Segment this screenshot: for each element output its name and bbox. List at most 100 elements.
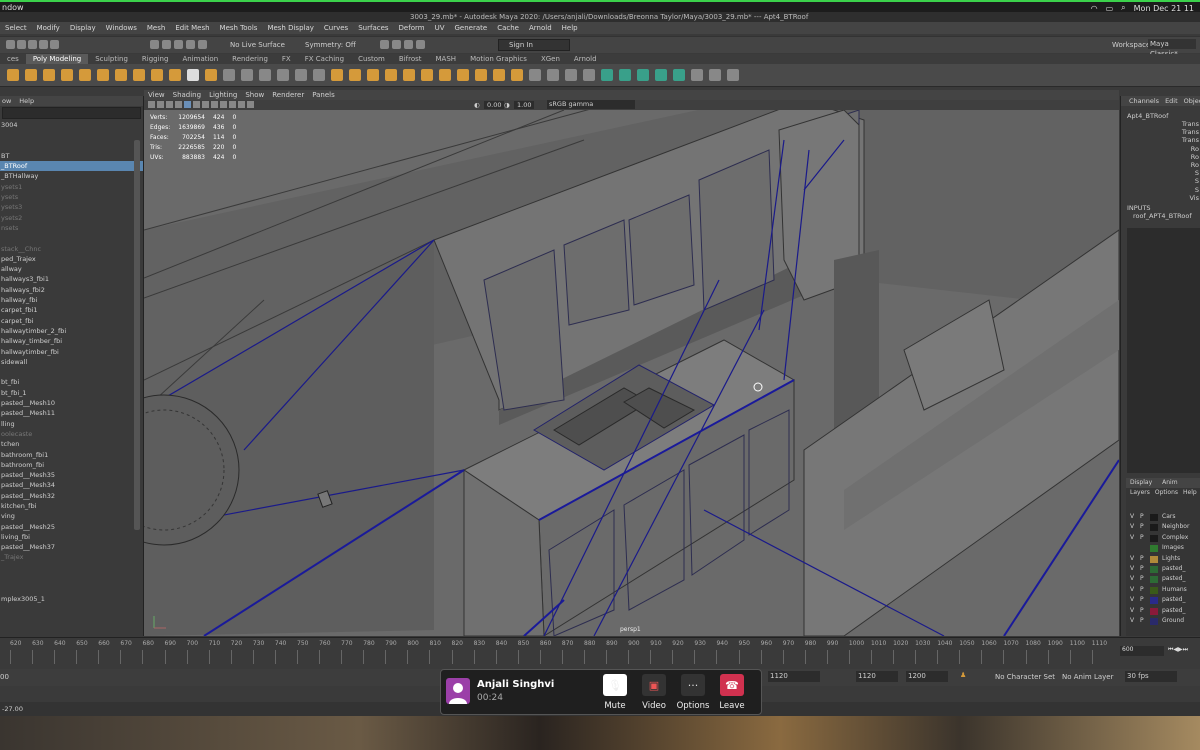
outliner-item[interactable]: bathroom_fbi xyxy=(0,460,143,470)
outliner-item[interactable] xyxy=(0,583,143,593)
playback-controls-icon[interactable]: ⏮◀▶⏭ xyxy=(1168,646,1188,654)
hypershade-icon[interactable] xyxy=(416,40,425,49)
fill-hole-icon[interactable] xyxy=(331,69,343,81)
outliner-item[interactable]: pasted__Mesh34 xyxy=(0,480,143,490)
layer-playback-toggle[interactable]: P xyxy=(1140,585,1146,595)
symmetry-dropdown[interactable]: Symmetry: Off xyxy=(305,41,356,49)
layer-color-swatch[interactable] xyxy=(1150,514,1158,521)
sphere-alt-icon[interactable] xyxy=(151,69,163,81)
auto-uv-icon[interactable] xyxy=(637,69,649,81)
maya-menu-cache[interactable]: Cache xyxy=(492,24,524,32)
shelf-tab-mash[interactable]: MASH xyxy=(429,54,464,64)
range-end-field[interactable]: 1120 xyxy=(768,671,820,682)
outliner-item[interactable]: stack__Chnc xyxy=(0,244,143,254)
svg-icon[interactable] xyxy=(205,69,217,81)
disk-icon[interactable] xyxy=(115,69,127,81)
channel-attribute[interactable]: Ro xyxy=(1121,153,1199,161)
outliner-item[interactable]: hallways3_fbi1 xyxy=(0,274,143,284)
outliner-item[interactable]: ysets xyxy=(0,192,143,202)
extract-icon[interactable] xyxy=(313,69,325,81)
display-layer[interactable]: V P Cars xyxy=(1126,512,1200,522)
layer-visibility-toggle[interactable]: V xyxy=(1130,606,1136,616)
3d-viewport[interactable]: persp1 xyxy=(144,110,1119,636)
collapse-icon[interactable] xyxy=(421,69,433,81)
plane-icon[interactable] xyxy=(97,69,109,81)
ipr-icon[interactable] xyxy=(392,40,401,49)
extrude-icon[interactable] xyxy=(367,69,379,81)
layer-playback-toggle[interactable]: P xyxy=(1140,533,1146,543)
text-icon[interactable] xyxy=(187,69,199,81)
layer-playback-toggle[interactable]: P xyxy=(1140,606,1146,616)
layer-playback-toggle[interactable]: P xyxy=(1140,574,1146,584)
viewport-menu-panels[interactable]: Panels xyxy=(308,90,339,100)
sphere-icon[interactable] xyxy=(7,69,19,81)
smooth-icon[interactable] xyxy=(259,69,271,81)
layer-color-swatch[interactable] xyxy=(1150,597,1158,605)
wireframe-icon[interactable] xyxy=(184,101,191,108)
outliner-item[interactable]: pasted__Mesh32 xyxy=(0,491,143,501)
layer-tab-display[interactable]: Display xyxy=(1130,478,1152,488)
maya-menu-deform[interactable]: Deform xyxy=(394,24,430,32)
outliner-item[interactable]: 3004 xyxy=(0,120,143,130)
layer-menu-help[interactable]: Help xyxy=(1183,488,1197,498)
quadrangulate-icon[interactable] xyxy=(493,69,505,81)
camera-attr-icon[interactable] xyxy=(157,101,164,108)
outliner-scrollbar[interactable] xyxy=(134,140,140,530)
anim-end-field[interactable]: 1120 xyxy=(856,671,898,682)
character-set-dropdown[interactable]: No Character Set xyxy=(995,673,1055,681)
display-layer[interactable]: V P Humans xyxy=(1126,585,1200,595)
harden-edge-icon[interactable] xyxy=(727,69,739,81)
render-icon[interactable] xyxy=(380,40,389,49)
camera-select-icon[interactable] xyxy=(148,101,155,108)
shelf-tab-fx[interactable]: FX xyxy=(275,54,298,64)
range-start-field[interactable]: 00 xyxy=(0,673,9,681)
channel-menu-edit[interactable]: Edit xyxy=(1165,96,1178,106)
outliner-item[interactable]: sidewall xyxy=(0,357,143,367)
outliner-item[interactable]: mplex3005_1 xyxy=(0,594,143,604)
shelf-tab-xgen[interactable]: XGen xyxy=(534,54,567,64)
leave-button[interactable]: ☎ Leave xyxy=(713,674,751,712)
display-layer[interactable]: V Ppasted_ xyxy=(1126,564,1200,574)
layer-playback-toggle[interactable]: P xyxy=(1140,512,1146,522)
channel-attribute[interactable]: Trans xyxy=(1121,120,1199,128)
unfold-uv-icon[interactable] xyxy=(655,69,667,81)
maya-menu-edit-mesh[interactable]: Edit Mesh xyxy=(170,24,214,32)
display-layer[interactable]: V P Neighbor xyxy=(1126,522,1200,532)
outliner-item[interactable]: ysets1 xyxy=(0,182,143,192)
uv-editor-icon[interactable] xyxy=(601,69,613,81)
outliner-item[interactable]: pasted__Mesh37 xyxy=(0,542,143,552)
snap-point-icon[interactable] xyxy=(174,40,183,49)
outliner-item[interactable]: allway xyxy=(0,264,143,274)
layer-color-swatch[interactable] xyxy=(1150,565,1158,573)
platonic-icon[interactable] xyxy=(133,69,145,81)
outliner-item[interactable]: nsets xyxy=(0,223,143,233)
layer-color-swatch[interactable] xyxy=(1150,576,1158,584)
shelf-tab-sculpting[interactable]: Sculpting xyxy=(88,54,135,64)
cone-icon[interactable] xyxy=(61,69,73,81)
bookmark-icon[interactable] xyxy=(166,101,173,108)
layer-visibility-toggle[interactable]: V xyxy=(1130,595,1136,605)
display-layer[interactable]: V P Ground xyxy=(1126,616,1200,626)
combine-icon[interactable] xyxy=(223,69,235,81)
layer-visibility-toggle[interactable] xyxy=(1130,543,1136,553)
cube-icon[interactable] xyxy=(25,69,37,81)
undo-icon[interactable] xyxy=(39,40,48,49)
outliner-item[interactable]: bt_fbi xyxy=(0,377,143,387)
boolean-icon[interactable] xyxy=(277,69,289,81)
layer-color-swatch[interactable] xyxy=(1150,586,1158,594)
maya-menu-curves[interactable]: Curves xyxy=(319,24,353,32)
bridge-icon[interactable] xyxy=(349,69,361,81)
layout-uv-icon[interactable] xyxy=(673,69,685,81)
layer-visibility-toggle[interactable]: V xyxy=(1130,512,1136,522)
layer-menu-layers[interactable]: Layers xyxy=(1130,488,1150,498)
maya-menu-help[interactable]: Help xyxy=(557,24,583,32)
snap-grid-icon[interactable] xyxy=(150,40,159,49)
outliner-item[interactable]: lling xyxy=(0,419,143,429)
outliner-item[interactable]: tchen xyxy=(0,439,143,449)
ao-icon[interactable] xyxy=(238,101,245,108)
outliner-item[interactable]: hallway_timber_fbi xyxy=(0,336,143,346)
outliner-item[interactable]: hallwaytimber_fbi xyxy=(0,347,143,357)
layer-playback-toggle[interactable]: P xyxy=(1140,554,1146,564)
layer-visibility-toggle[interactable]: V xyxy=(1130,585,1136,595)
save-scene-icon[interactable] xyxy=(28,40,37,49)
